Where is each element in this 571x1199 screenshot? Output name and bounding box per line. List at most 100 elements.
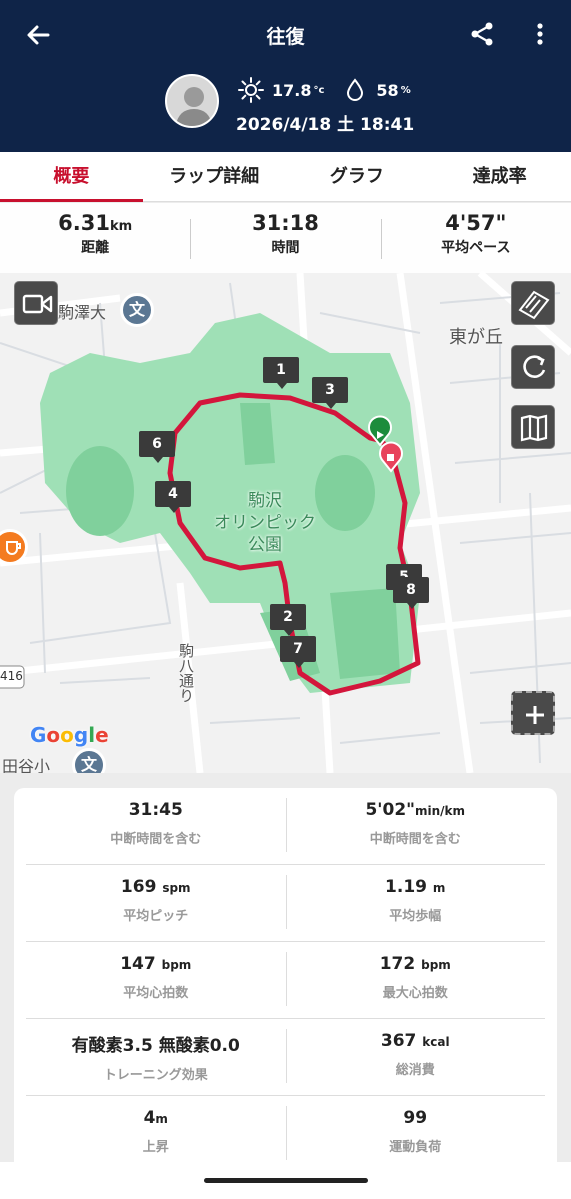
detail-value: 5'02"	[365, 800, 416, 820]
humidity-drop-icon	[342, 77, 368, 103]
details-row: 31:45 中断時間を含む 5'02"min/km 中断時間を含む	[26, 788, 545, 865]
detail-label: 平均ピッチ	[123, 909, 189, 924]
system-nav-bar	[0, 1162, 571, 1199]
lap-marker-3[interactable]: 3	[312, 377, 348, 409]
map-label-higashigaoka: 東が丘	[449, 327, 503, 348]
lap-marker-7[interactable]: 7	[280, 636, 316, 668]
detail-label: 平均歩幅	[389, 909, 442, 924]
weather-info: 17.8 °c 58%	[238, 76, 411, 104]
detail-unit: m	[432, 881, 446, 895]
detail-total-pace: 5'02"min/km 中断時間を含む	[285, 788, 546, 864]
detail-unit: m	[155, 1112, 168, 1126]
time-value: 31:18	[252, 211, 319, 235]
detail-max-heart-rate: 172 bpm 最大心拍数	[285, 942, 546, 1018]
detail-avg-heart-rate: 147 bpm 平均心拍数	[26, 942, 286, 1018]
detail-value: 31:45	[128, 800, 183, 820]
humidity-value: 58	[376, 80, 399, 100]
map-style-icon	[518, 290, 550, 320]
school-icon: 文	[120, 293, 154, 327]
park-label: 駒沢 オリンピック 公園	[214, 491, 316, 555]
detail-label: 最大心拍数	[382, 986, 448, 1001]
details-row: 147 bpm 平均心拍数 172 bpm 最大心拍数	[26, 942, 545, 1019]
distance-label: 距離	[81, 240, 110, 256]
time-label: 時間	[271, 240, 300, 256]
tab-lap-details[interactable]: ラップ詳細	[143, 152, 286, 201]
detail-value: 4	[143, 1108, 156, 1128]
avatar[interactable]	[165, 74, 219, 128]
detail-value: 1.19	[385, 877, 427, 897]
map-layers-icon	[520, 414, 548, 442]
map-layers-button[interactable]	[511, 405, 555, 449]
lap-marker-1[interactable]: 1	[263, 357, 299, 389]
detail-value: 172	[379, 954, 416, 974]
distance-unit: km	[109, 219, 133, 234]
detail-unit: bpm	[421, 958, 451, 972]
detail-label: トレーニング効果	[103, 1068, 208, 1083]
zoom-in-icon	[526, 706, 544, 724]
map-style-button[interactable]	[511, 281, 555, 325]
details-card: 31:45 中断時間を含む 5'02"min/km 中断時間を含む 169 sp…	[14, 788, 557, 1168]
detail-value: 有酸素3.5 無酸素0.0	[71, 1036, 240, 1056]
zoom-in-button[interactable]	[511, 691, 555, 735]
detail-label: 上昇	[142, 1140, 169, 1155]
detail-unit: min/km	[415, 804, 466, 818]
pace-value: 4'57"	[445, 211, 507, 235]
loop-button[interactable]	[511, 345, 555, 389]
detail-training-effect: 有酸素3.5 無酸素0.0 トレーニング効果	[26, 1019, 286, 1095]
detail-label: 総消費	[395, 1063, 435, 1078]
map-label-school: 田谷小	[2, 757, 51, 773]
detail-calories: 367 kcal 総消費	[285, 1019, 546, 1095]
video-button[interactable]	[14, 281, 58, 325]
detail-label: 中断時間を含む	[110, 832, 202, 847]
time-stat: 31:18 時間	[190, 203, 380, 273]
detail-value: 367	[380, 1031, 417, 1051]
detail-value: 169	[120, 877, 157, 897]
summary-stats: 6.31km 距離 31:18 時間 4'57" 平均ペース	[0, 203, 571, 273]
loop-icon	[523, 355, 546, 378]
route-map[interactable]: 駒澤大 東が丘 駒八通り 田谷小 416 文 文 駒沢 オリンピック 公園 1 …	[0, 203, 571, 773]
more-options-icon[interactable]	[528, 18, 552, 50]
lap-marker-8[interactable]: 8	[393, 577, 429, 609]
detail-avg-stride: 1.19 m 平均歩幅	[285, 865, 546, 941]
tab-overview[interactable]: 概要	[0, 152, 143, 202]
tab-graph[interactable]: グラフ	[286, 152, 429, 201]
temperature-unit: °c	[313, 84, 325, 96]
detail-training-load: 99 運動負荷	[285, 1096, 546, 1168]
humidity-unit: %	[400, 84, 411, 96]
map-label-komahachi-street: 駒八通り	[177, 643, 195, 703]
app-header: 往復 17.8 °c 58% 2026/4/18 土 18:41	[0, 0, 571, 152]
lap-marker-6[interactable]: 6	[139, 431, 175, 463]
tab-achievement[interactable]: 達成率	[428, 152, 571, 201]
pace-label: 平均ペース	[441, 240, 511, 256]
google-attribution: Google	[30, 723, 109, 747]
lap-marker-2[interactable]: 2	[270, 604, 306, 636]
detail-unit: spm	[162, 881, 191, 895]
detail-total-time: 31:45 中断時間を含む	[26, 788, 286, 864]
details-row: 有酸素3.5 無酸素0.0 トレーニング効果 367 kcal 総消費	[26, 1019, 545, 1096]
pace-stat: 4'57" 平均ペース	[380, 203, 571, 273]
detail-value: 147	[120, 954, 156, 974]
map-base	[0, 203, 571, 773]
detail-label: 運動負荷	[389, 1140, 442, 1155]
distance-stat: 6.31km 距離	[0, 203, 190, 273]
tab-bar: 概要 ラップ詳細 グラフ 達成率	[0, 152, 571, 202]
detail-unit: kcal	[422, 1035, 450, 1049]
sun-icon	[238, 77, 264, 103]
home-gesture-bar[interactable]	[204, 1178, 368, 1183]
map-label-route-416: 416	[0, 669, 23, 683]
detail-elevation-gain: 4m 上昇	[26, 1096, 286, 1168]
detail-label: 中断時間を含む	[369, 832, 461, 847]
detail-label: 平均心拍数	[123, 986, 189, 1001]
distance-value: 6.31	[58, 211, 110, 235]
detail-value: 99	[403, 1108, 428, 1128]
share-icon[interactable]	[466, 18, 498, 50]
map-label-komazawa-univ: 駒澤大	[58, 303, 107, 322]
temperature-value: 17.8	[272, 80, 312, 100]
run-datetime: 2026/4/18 土 18:41	[236, 115, 415, 135]
detail-unit: bpm	[161, 958, 192, 972]
video-icon	[22, 294, 53, 314]
details-row: 4m 上昇 99 運動負荷	[26, 1096, 545, 1168]
detail-avg-cadence: 169 spm 平均ピッチ	[26, 865, 286, 941]
details-row: 169 spm 平均ピッチ 1.19 m 平均歩幅	[26, 865, 545, 942]
lap-marker-4[interactable]: 4	[155, 481, 191, 513]
